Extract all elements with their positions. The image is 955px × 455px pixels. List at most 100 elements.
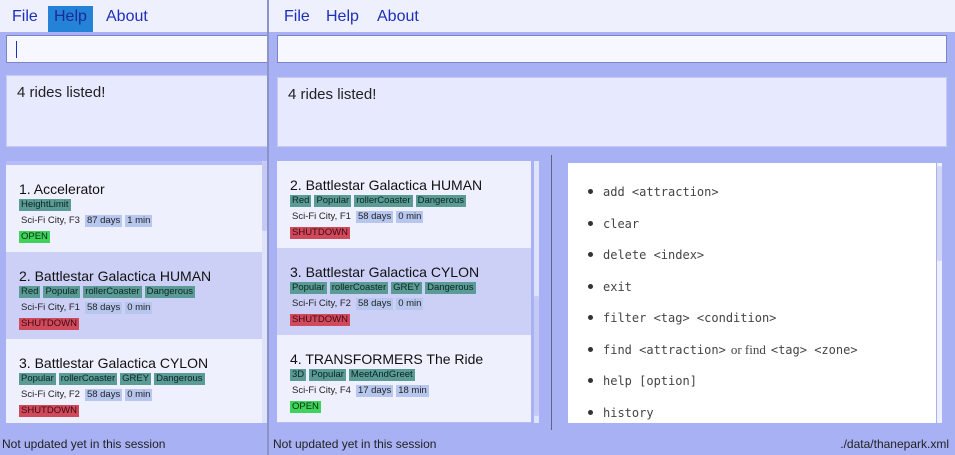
command-item: clear	[588, 217, 639, 231]
ride-tag: MeetAndGreet	[348, 369, 415, 381]
maintenance-days: 87 days	[84, 215, 123, 227]
tag-row: Red Popular rollerCoaster Dangerous	[19, 286, 262, 300]
ride-list-scrollbar[interactable]	[534, 161, 539, 423]
scrollbar-thumb[interactable]	[534, 296, 539, 416]
command-syntax: filter <tag> <condition>	[603, 311, 777, 325]
status-badge: SHUTDOWN	[19, 405, 79, 417]
ride-tag: 3D	[290, 369, 307, 381]
ride-name: 3. Battlestar Galactica CYLON	[19, 355, 209, 371]
ride-tag: Popular	[314, 195, 352, 207]
info-row: Sci-Fi City, F2 58 days 0 min	[19, 389, 262, 403]
status-bar: Not updated yet in this session	[0, 433, 267, 455]
ride-tag: GREY	[120, 373, 152, 385]
bullet-icon	[588, 315, 593, 320]
bullet-icon	[588, 346, 593, 352]
ride-zone: Sci-Fi City, F1	[21, 302, 80, 313]
ride-card[interactable]: 2. Battlestar Galactica HUMAN Red Popular r…	[6, 252, 262, 339]
ride-tag: Dangerous	[425, 282, 476, 294]
ride-name: 2. Battlestar Galactica HUMAN	[19, 268, 212, 284]
command-syntax: add <attraction>	[603, 185, 719, 199]
tag-row: 3D Popular MeetAndGreet	[290, 369, 531, 383]
command-syntax: delete <index>	[603, 248, 705, 262]
status-badge: OPEN	[19, 231, 50, 243]
info-row: Sci-Fi City, F2 58 days 0 min	[290, 298, 531, 312]
tag-row: Red Popular rollerCoaster Dangerous	[290, 195, 531, 209]
help-scrollbar[interactable]	[937, 163, 942, 423]
wait-time: 0 min	[125, 389, 153, 401]
maintenance-days: 58 days	[84, 389, 123, 401]
ride-tag: Red	[290, 195, 312, 207]
command-item: help [option]	[588, 374, 697, 388]
result-text: 4 rides listed!	[288, 86, 377, 103]
ride-tag: HeightLimit	[19, 199, 71, 211]
command-syntax: exit	[603, 279, 632, 294]
menu-help[interactable]: Help	[48, 6, 93, 32]
info-row: Sci-Fi City, F4 17 days 18 min	[290, 385, 531, 399]
text-cursor	[16, 41, 17, 58]
command-syntax: <tag> <zone>	[770, 342, 858, 357]
bullet-icon	[588, 189, 593, 194]
tag-row: Popular rollerCoaster GREY Dangerous	[290, 282, 531, 296]
sync-status: Not updated yet in this session	[2, 437, 166, 451]
command-item: delete <index>	[588, 248, 704, 262]
scrollbar-thumb[interactable]	[937, 166, 942, 261]
help-panel: add <attraction> clear delete <index> exit f…	[568, 163, 936, 423]
command-item: add <attraction>	[588, 185, 719, 199]
menu-help[interactable]: Help	[320, 6, 365, 32]
wait-time: 1 min	[125, 215, 153, 227]
ride-tag: Popular	[19, 373, 56, 385]
status-bar: Not updated yet in this session ./data/t…	[269, 433, 955, 455]
command-syntax: help [option]	[603, 374, 697, 388]
maintenance-days: 17 days	[355, 385, 394, 397]
command-syntax: find <attraction>	[603, 342, 726, 357]
bullet-icon	[588, 283, 593, 289]
ride-name: 4. TRANSFORMERS The Ride	[290, 351, 484, 367]
command-item: history	[588, 406, 654, 420]
ride-zone: Sci-Fi City, F4	[292, 385, 351, 396]
menu-about[interactable]: About	[100, 6, 154, 32]
command-input[interactable]	[6, 35, 267, 63]
command-item: exit	[588, 280, 632, 294]
command-input[interactable]	[277, 35, 947, 63]
menu-file[interactable]: File	[6, 6, 44, 32]
panel-divider[interactable]	[551, 155, 552, 430]
info-row: Sci-Fi City, F1 58 days 0 min	[290, 211, 531, 225]
ride-name: 3. Battlestar Galactica CYLON	[290, 264, 480, 280]
ride-zone: Sci-Fi City, F2	[21, 389, 80, 400]
ride-tag: GREY	[391, 282, 423, 294]
status-badge: OPEN	[290, 401, 321, 413]
ride-tag: Red	[19, 286, 41, 298]
app-window-left: File Help About 4 rides listed! 1. Accel…	[0, 0, 267, 455]
ride-card[interactable]: 3. Battlestar Galactica CYLON Popular roll…	[6, 339, 262, 423]
bullet-icon	[588, 252, 593, 257]
menu-about[interactable]: About	[371, 6, 425, 32]
result-text: 4 rides listed!	[17, 84, 106, 101]
ride-tag: rollerCoaster	[354, 195, 413, 207]
status-badge: SHUTDOWN	[19, 318, 79, 330]
bullet-icon	[588, 409, 593, 415]
ride-list[interactable]: 2. Battlestar Galactica HUMAN Red Popular r…	[277, 161, 531, 423]
ride-card[interactable]: 2. Battlestar Galactica HUMAN Red Popular r…	[277, 161, 531, 248]
command-item: filter <tag> <condition>	[588, 311, 776, 325]
maintenance-days: 58 days	[355, 298, 394, 310]
result-display: 4 rides listed!	[277, 77, 947, 147]
storage-path: ./data/thanepark.xml	[840, 437, 949, 451]
ride-card[interactable]: 3. Battlestar Galactica CYLON Popular roll…	[277, 248, 531, 335]
ride-list[interactable]: 1. Accelerator HeightLimit Sci-Fi City, F3…	[6, 161, 262, 423]
ride-card[interactable]: 1. Accelerator HeightLimit Sci-Fi City, F3…	[6, 165, 262, 252]
bullet-icon	[588, 220, 593, 226]
info-row: Sci-Fi City, F3 87 days 1 min	[19, 215, 262, 229]
ride-name: 1. Accelerator	[19, 181, 105, 197]
ride-zone: Sci-Fi City, F1	[292, 211, 351, 222]
ride-name: 2. Battlestar Galactica HUMAN	[290, 177, 483, 193]
menu-file[interactable]: File	[278, 6, 316, 32]
menu-bar: File Help About	[269, 0, 955, 32]
info-row: Sci-Fi City, F1 58 days 0 min	[19, 302, 262, 316]
ride-tag: Dangerous	[154, 373, 205, 385]
ride-card[interactable]: 4. TRANSFORMERS The Ride 3D Popular MeetAnd…	[277, 335, 531, 422]
status-badge: SHUTDOWN	[290, 227, 350, 239]
ride-tag: rollerCoaster	[83, 286, 142, 298]
wait-time: 0 min	[396, 298, 424, 310]
wait-time: 18 min	[396, 385, 429, 397]
bullet-icon	[588, 378, 593, 383]
